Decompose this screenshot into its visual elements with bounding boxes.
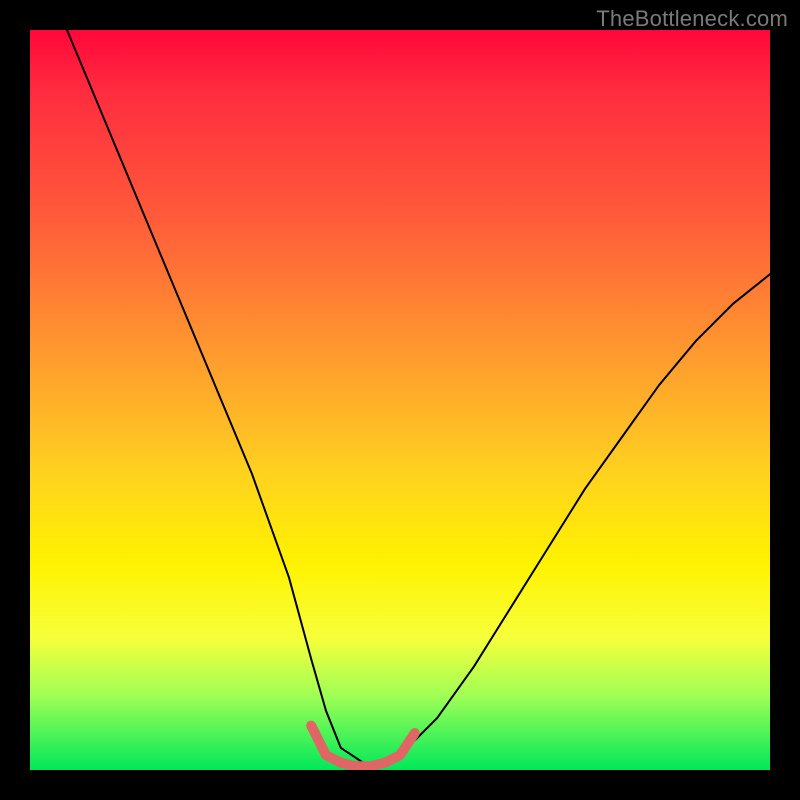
optimal-range-marker (311, 726, 415, 767)
chart-frame: TheBottleneck.com (0, 0, 800, 800)
chart-svg (30, 30, 770, 770)
bottleneck-curve (67, 30, 770, 763)
watermark-text: TheBottleneck.com (596, 6, 788, 32)
plot-area (30, 30, 770, 770)
